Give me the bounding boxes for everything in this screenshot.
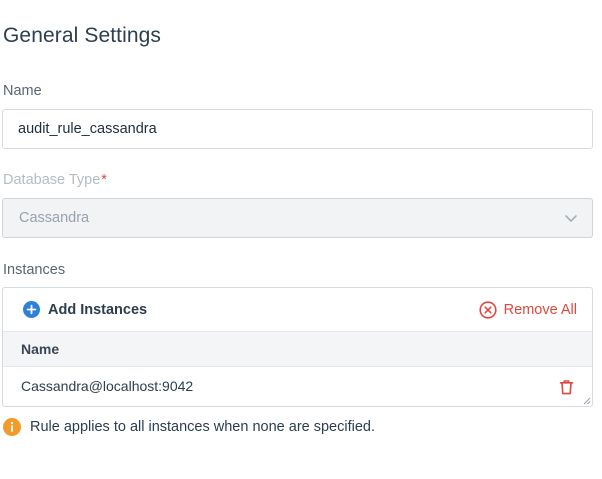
instances-hint: Rule applies to all instances when none …: [3, 418, 375, 436]
name-field[interactable]: [2, 109, 593, 149]
required-mark: *: [101, 172, 107, 188]
remove-all-label: Remove All: [503, 302, 577, 318]
table-header: Name: [3, 331, 592, 367]
section-title: General Settings: [3, 24, 162, 47]
table-row: Cassandra@localhost:9042: [3, 367, 592, 406]
plus-circle-icon: [23, 301, 40, 318]
resize-handle-icon[interactable]: [583, 397, 591, 405]
info-circle-icon: [3, 418, 21, 436]
chevron-down-icon: [565, 215, 577, 222]
instances-toolbar: Add Instances Remove All: [3, 288, 592, 331]
database-type-label: Database Type*: [3, 172, 107, 188]
column-header-name: Name: [21, 341, 60, 357]
name-input[interactable]: [3, 110, 578, 148]
add-instances-label: Add Instances: [48, 301, 148, 318]
instances-table: Add Instances Remove All Name Cassandra@…: [2, 287, 593, 407]
instances-label: Instances: [3, 262, 66, 278]
trash-icon[interactable]: [559, 379, 574, 395]
database-type-value: Cassandra: [19, 210, 90, 226]
name-label: Name: [3, 83, 42, 99]
database-type-select[interactable]: Cassandra: [2, 198, 593, 238]
hint-text: Rule applies to all instances when none …: [30, 419, 375, 435]
add-instances-button[interactable]: Add Instances: [23, 301, 147, 318]
x-circle-icon: [479, 301, 497, 319]
database-type-label-text: Database Type: [3, 172, 101, 188]
instance-name-cell: Cassandra@localhost:9042: [21, 378, 194, 394]
remove-all-button[interactable]: Remove All: [479, 301, 577, 319]
